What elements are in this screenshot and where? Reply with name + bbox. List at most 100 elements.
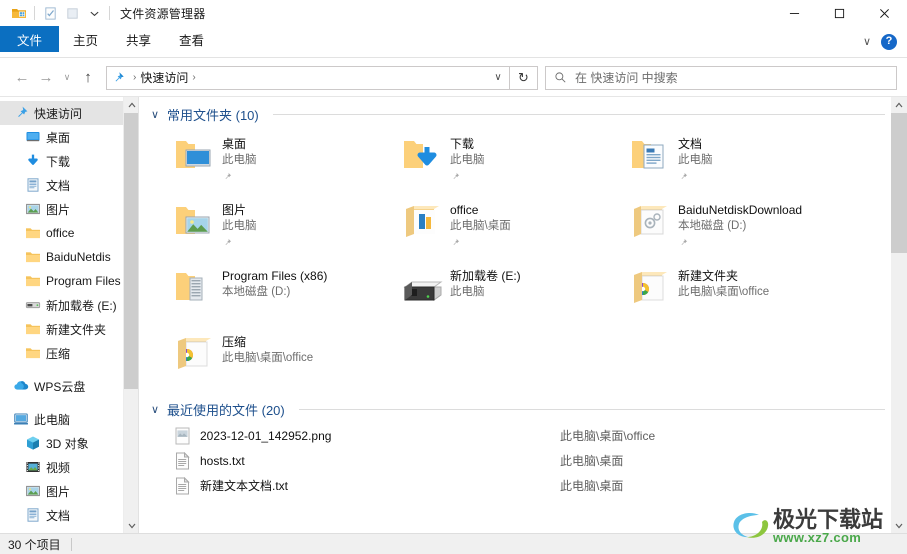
file-scroll-up-icon[interactable]	[891, 97, 907, 113]
sidebar-item-下载[interactable]: 下载	[0, 149, 138, 173]
folder-icon	[24, 249, 41, 265]
tab-home[interactable]: 主页	[59, 26, 112, 52]
frequent-folder-tile[interactable]: 桌面 此电脑	[173, 130, 401, 196]
tab-file[interactable]: 文件	[0, 26, 60, 52]
address-dropdown-icon[interactable]: ∨	[487, 72, 509, 83]
pin-icon[interactable]	[678, 169, 689, 180]
forward-button[interactable]: →	[34, 66, 58, 90]
sidebar-item-图片[interactable]: 图片	[0, 197, 138, 221]
tile-location: 此电脑\桌面	[450, 220, 511, 232]
recent-locations-icon[interactable]: ∨	[58, 66, 76, 90]
tab-view[interactable]: 查看	[165, 26, 218, 52]
nav-scrollbar[interactable]	[123, 97, 138, 534]
pin-icon[interactable]	[222, 169, 233, 180]
frequent-folder-tile[interactable]: BaiduNetdiskDownload 本地磁盘 (D:)	[629, 196, 857, 262]
nav-scroll-up-icon[interactable]	[124, 97, 138, 113]
nav-scroll-down-icon[interactable]	[124, 518, 138, 534]
sidebar-item-快速访问[interactable]: 快速访问	[0, 101, 138, 125]
recent-file-row[interactable]: hosts.txt 此电脑\桌面	[139, 448, 907, 473]
sidebar-item-桌面[interactable]: 桌面	[0, 125, 138, 149]
frequent-folder-tile[interactable]: 文档 此电脑	[629, 130, 857, 196]
group-rule	[272, 114, 885, 115]
navigation-tree: 快速访问 桌面 下载 文档 图片 office BaiduNetdis Program Fil…	[0, 97, 138, 527]
file-scroll-down-icon[interactable]	[891, 518, 907, 534]
sidebar-item-label: WPS云盘	[34, 379, 86, 394]
file-scroll-thumb[interactable]	[891, 113, 907, 253]
new-folder-icon[interactable]	[61, 2, 83, 24]
sidebar-item-label: 视频	[46, 460, 71, 475]
tile-name: Program Files (x86)	[222, 269, 328, 283]
frequent-folder-tile[interactable]: 压缩 此电脑\桌面\office	[173, 328, 401, 394]
tile-location: 本地磁盘 (D:)	[678, 220, 747, 232]
sidebar-item-图片[interactable]: 图片	[0, 479, 138, 503]
sidebar-item-3d-对象[interactable]: 3D 对象	[0, 431, 138, 455]
frequent-folder-tile[interactable]: 下载 此电脑	[401, 130, 629, 196]
sidebar-item-label: 新加载卷 (E:)	[46, 298, 117, 313]
customize-chevron-icon[interactable]	[83, 2, 105, 24]
search-box[interactable]: 在 快速访问 中搜索	[545, 65, 897, 90]
back-button[interactable]: ←	[10, 66, 34, 90]
recent-file-row[interactable]: 2023-12-01_142952.png 此电脑\桌面\office	[139, 423, 907, 448]
recent-file-name: 新建文本文档.txt	[200, 479, 289, 493]
minimize-button[interactable]	[772, 0, 817, 26]
documents-icon	[24, 177, 41, 193]
recent-files-header[interactable]: ∨ 最近使用的文件 (20)	[139, 400, 907, 419]
sidebar-item-label: 快速访问	[34, 106, 83, 121]
frequent-folder-tile[interactable]: 图片 此电脑	[173, 196, 401, 262]
folder-color-icon	[629, 267, 669, 307]
folder-icon	[24, 225, 41, 241]
sidebar-item-office[interactable]: office	[0, 221, 138, 245]
sidebar-item-program-files-([interactable]: Program Files (	[0, 269, 138, 293]
ribbon-controls: ∨ ?	[863, 26, 907, 57]
tile-name: 图片	[222, 203, 247, 217]
chevron-down-icon[interactable]: ∨	[149, 108, 161, 121]
pin-icon[interactable]	[450, 169, 461, 180]
breadcrumb-quick-access[interactable]: 快速访问	[140, 69, 188, 86]
frequent-folders-header[interactable]: ∨ 常用文件夹 (10)	[139, 105, 907, 124]
close-button[interactable]	[862, 0, 907, 26]
pictures-icon	[24, 201, 41, 217]
sidebar-item-压缩[interactable]: 压缩	[0, 341, 138, 365]
explorer-icon[interactable]	[8, 2, 30, 24]
sidebar-item-新加载卷-(e:)[interactable]: 新加载卷 (E:)	[0, 293, 138, 317]
caption-buttons	[772, 0, 907, 26]
nav-scroll-thumb[interactable]	[124, 113, 138, 389]
address-input[interactable]: › 快速访问 › ∨	[106, 65, 510, 90]
maximize-button[interactable]	[817, 0, 862, 26]
sidebar-item-wps云盘[interactable]: WPS云盘	[0, 374, 138, 398]
chevron-down-icon[interactable]: ∨	[863, 35, 871, 48]
frequent-folder-tile[interactable]: Program Files (x86) 本地磁盘 (D:)	[173, 262, 401, 328]
help-icon[interactable]: ?	[881, 33, 897, 50]
sidebar-item-此电脑[interactable]: 此电脑	[0, 407, 138, 431]
tile-name: office	[450, 203, 479, 217]
breadcrumb-separator-2[interactable]: ›	[188, 72, 199, 83]
frequent-folder-tile[interactable]: 新建文件夹 此电脑\桌面\office	[629, 262, 857, 328]
refresh-button[interactable]: ↻	[510, 65, 538, 90]
pin-icon[interactable]	[450, 235, 461, 246]
pin-icon[interactable]	[678, 235, 689, 246]
sidebar-item-baidunetdis[interactable]: BaiduNetdis	[0, 245, 138, 269]
search-placeholder: 在 快速访问 中搜索	[575, 71, 678, 85]
sidebar-item-文档[interactable]: 文档	[0, 173, 138, 197]
frequent-folder-tile[interactable]: 新加载卷 (E:) 此电脑	[401, 262, 629, 328]
up-button[interactable]: ↑	[76, 66, 100, 90]
chevron-down-icon[interactable]: ∨	[149, 403, 161, 416]
pin-icon[interactable]	[222, 235, 233, 246]
folder-programfiles-icon	[173, 267, 213, 307]
tile-text: 桌面 此电脑	[222, 135, 257, 180]
quick-access-toolbar: 文件资源管理器	[0, 0, 205, 26]
properties-icon[interactable]	[39, 2, 61, 24]
recent-file-row[interactable]: 新建文本文档.txt 此电脑\桌面	[139, 473, 907, 498]
tab-share[interactable]: 共享	[112, 26, 165, 52]
sidebar-item-文档[interactable]: 文档	[0, 503, 138, 527]
frequent-folder-tile[interactable]: office 此电脑\桌面	[401, 196, 629, 262]
sidebar-item-新建文件夹[interactable]: 新建文件夹	[0, 317, 138, 341]
file-explorer-window: 文件资源管理器 文件 主页 共享 查看 ∨ ? ← → ∨ ↑ › 快速访问 ›…	[0, 0, 907, 554]
tile-text: Program Files (x86) 本地磁盘 (D:)	[222, 267, 327, 300]
sidebar-item-label: 新建文件夹	[46, 322, 107, 337]
toolbar-divider	[34, 6, 35, 20]
file-scrollbar[interactable]	[891, 97, 907, 534]
sidebar-item-视频[interactable]: 视频	[0, 455, 138, 479]
drive-icon	[24, 297, 41, 313]
sidebar-item-label: 桌面	[46, 130, 71, 145]
